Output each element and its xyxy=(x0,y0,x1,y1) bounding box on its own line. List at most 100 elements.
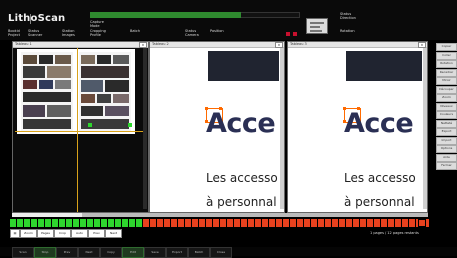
page-cell-done[interactable] xyxy=(31,219,38,227)
side-tool-button[interactable]: Zoom xyxy=(436,94,457,102)
right-page-view[interactable]: Acce Les accesso à personnal xyxy=(290,48,422,209)
page-cell-pending[interactable] xyxy=(199,219,206,227)
page-cell-done[interactable] xyxy=(129,219,136,227)
toolbar-button[interactable]: Crop xyxy=(54,229,71,238)
page-cell-pending[interactable] xyxy=(290,219,297,227)
page-cell-pending[interactable] xyxy=(248,219,255,227)
horizontal-scrollbar-thumb[interactable] xyxy=(12,213,82,217)
page-cell-pending[interactable] xyxy=(318,219,325,227)
toolbar-button[interactable]: Next xyxy=(105,229,122,238)
side-tool-button[interactable]: Miroir xyxy=(436,77,457,85)
overview-panel[interactable]: Tableau 1 × xyxy=(12,41,149,213)
toolbar-button[interactable]: Zoom xyxy=(20,229,37,238)
page-cell-pending[interactable] xyxy=(262,219,269,227)
footer-button[interactable]: Next xyxy=(78,247,100,258)
footer-button[interactable]: Stop xyxy=(34,247,56,258)
page-cell-pending[interactable] xyxy=(402,219,409,227)
page-cell-pending[interactable] xyxy=(346,219,353,227)
page-cell-pending[interactable] xyxy=(206,219,213,227)
page-cell-pending[interactable] xyxy=(234,219,241,227)
footer-button[interactable]: Copy xyxy=(100,247,122,258)
left-page-view[interactable]: Acce Les accesso à personnal xyxy=(152,48,279,209)
toolbar-button[interactable]: ▤ xyxy=(10,229,20,238)
page-cell-pending[interactable] xyxy=(297,219,304,227)
page-cell-done[interactable] xyxy=(38,219,45,227)
side-tool-button[interactable]: Fermer xyxy=(436,162,457,170)
toolbar-button[interactable]: Auto xyxy=(71,229,88,238)
page-cell-done[interactable] xyxy=(17,219,24,227)
page-cell-pending[interactable] xyxy=(395,219,402,227)
page-cell-done[interactable] xyxy=(10,219,17,227)
side-tool-button[interactable]: Niveaux xyxy=(436,102,457,111)
page-cell-pending[interactable] xyxy=(360,219,367,227)
page-cell-done[interactable] xyxy=(101,219,108,227)
page-cell-pending[interactable] xyxy=(227,219,234,227)
page-cell-done[interactable] xyxy=(80,219,87,227)
side-tool-button[interactable]: Aide xyxy=(436,153,457,162)
page-cell-done[interactable] xyxy=(52,219,59,227)
page-cell-pending[interactable] xyxy=(374,219,381,227)
page-cell-pending[interactable] xyxy=(332,219,339,227)
page-cell-pending[interactable] xyxy=(409,219,416,227)
page-cell-pending[interactable] xyxy=(150,219,157,227)
strip-end-marker[interactable] xyxy=(418,219,426,227)
page-cell-pending[interactable] xyxy=(185,219,192,227)
page-cell-pending[interactable] xyxy=(388,219,395,227)
page-cell-done[interactable] xyxy=(87,219,94,227)
footer-button[interactable]: Save xyxy=(144,247,166,258)
page-cell-pending[interactable] xyxy=(213,219,220,227)
side-tool-button[interactable]: Coller xyxy=(436,51,457,60)
footer-button[interactable]: Scan xyxy=(12,247,34,258)
right-page-scrollbar[interactable] xyxy=(423,48,427,209)
side-tool-button[interactable]: Découper xyxy=(436,85,457,94)
page-cell-pending[interactable] xyxy=(353,219,360,227)
page-cell-pending[interactable] xyxy=(192,219,199,227)
page-cell-done[interactable] xyxy=(94,219,101,227)
toolbar-button[interactable]: Prev xyxy=(88,229,105,238)
page-cell-done[interactable] xyxy=(73,219,80,227)
toolbar-button[interactable]: Pages xyxy=(37,229,54,238)
page-cell-pending[interactable] xyxy=(325,219,332,227)
page-cell-pending[interactable] xyxy=(171,219,178,227)
page-cell-pending[interactable] xyxy=(283,219,290,227)
page-thumbnail[interactable] xyxy=(306,18,328,34)
right-page-panel[interactable]: Tableau 3 × Acce Les accesso à personnal xyxy=(287,41,428,213)
side-tool-button[interactable]: Couleurs xyxy=(436,111,457,119)
page-cell-pending[interactable] xyxy=(269,219,276,227)
side-tool-button[interactable]: Import xyxy=(436,136,457,145)
page-cell-done[interactable] xyxy=(24,219,31,227)
footer-button[interactable]: Batch xyxy=(188,247,210,258)
page-cell-pending[interactable] xyxy=(157,219,164,227)
side-tool-button[interactable]: Export xyxy=(436,128,457,136)
page-cell-pending[interactable] xyxy=(339,219,346,227)
page-cell-done[interactable] xyxy=(115,219,122,227)
page-cell-done[interactable] xyxy=(108,219,115,227)
page-cell-done[interactable] xyxy=(45,219,52,227)
page-cell-pending[interactable] xyxy=(367,219,374,227)
page-cell-pending[interactable] xyxy=(178,219,185,227)
page-cell-pending[interactable] xyxy=(164,219,171,227)
side-tool-button[interactable]: Netteté xyxy=(436,119,457,128)
page-cell-pending[interactable] xyxy=(311,219,318,227)
footer-button[interactable]: Prev xyxy=(56,247,78,258)
page-cell-pending[interactable] xyxy=(220,219,227,227)
page-cell-pending[interactable] xyxy=(276,219,283,227)
left-page-panel[interactable]: Tableau 2 × Acce Les accesso à personnal xyxy=(149,41,285,213)
page-cell-done[interactable] xyxy=(59,219,66,227)
footer-button[interactable]: Edit xyxy=(122,247,144,258)
page-cell-pending[interactable] xyxy=(255,219,262,227)
side-tool-button[interactable]: Copier xyxy=(436,43,457,51)
footer-button[interactable]: Close xyxy=(210,247,232,258)
side-tool-button[interactable]: Options xyxy=(436,145,457,153)
page-cell-done[interactable] xyxy=(136,219,143,227)
page-cell-pending[interactable] xyxy=(304,219,311,227)
footer-button[interactable]: Export xyxy=(166,247,188,258)
side-tool-button[interactable]: Recadrer xyxy=(436,68,457,77)
page-cell-pending[interactable] xyxy=(241,219,248,227)
left-page-scrollbar[interactable] xyxy=(280,48,284,209)
side-tool-button[interactable]: Rotation xyxy=(436,60,457,68)
book-spread-preview[interactable] xyxy=(17,49,135,134)
page-cell-pending[interactable] xyxy=(143,219,150,227)
page-cell-pending[interactable] xyxy=(381,219,388,227)
page-cell-done[interactable] xyxy=(122,219,129,227)
